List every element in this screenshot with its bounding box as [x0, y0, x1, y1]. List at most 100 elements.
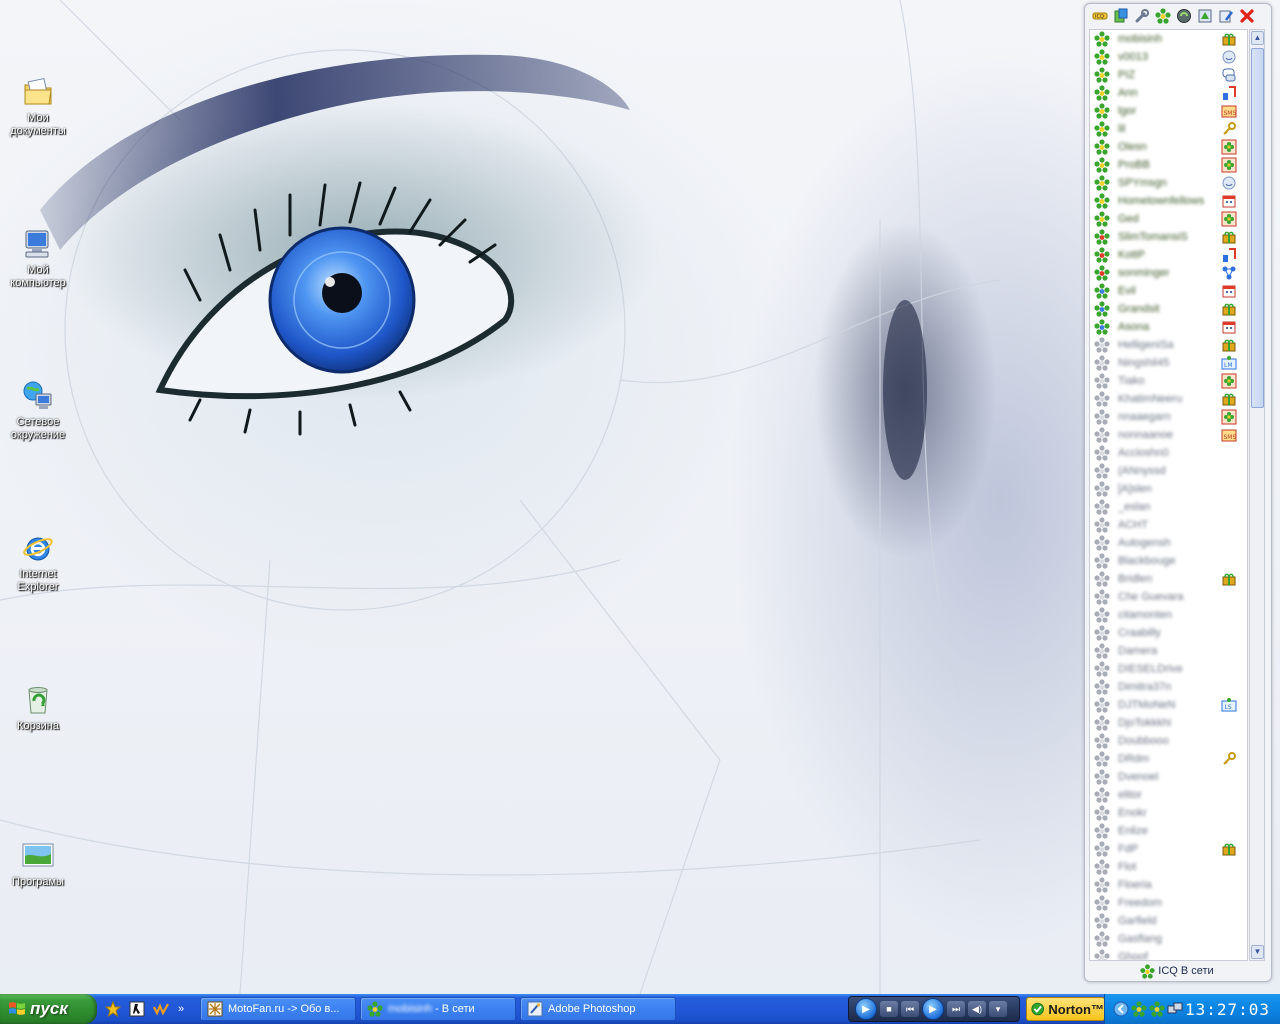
sound-icon[interactable]: [1174, 6, 1194, 26]
contact-row[interactable]: elitor: [1090, 786, 1247, 804]
icq-flower-icon[interactable]: [1153, 6, 1173, 26]
contact-row[interactable]: FdP: [1090, 840, 1247, 858]
contact-list-scrollbar[interactable]: ▲ ▼: [1249, 29, 1265, 961]
scroll-up-button[interactable]: ▲: [1251, 31, 1264, 45]
contact-row[interactable]: (ANnyssd: [1090, 462, 1247, 480]
contact-row[interactable]: Grandsit: [1090, 300, 1247, 318]
taskbar-button-photoshop[interactable]: Adobe Photoshop: [520, 997, 676, 1021]
contact-row[interactable]: Freedom: [1090, 894, 1247, 912]
contact-row[interactable]: Ghoof: [1090, 948, 1247, 960]
contact-name: Ged: [1118, 213, 1139, 225]
contact-row[interactable]: Floeria: [1090, 876, 1247, 894]
contact-row[interactable]: HelligeniSa: [1090, 336, 1247, 354]
contact-name: Garfield: [1118, 915, 1157, 927]
contact-row[interactable]: DRdm: [1090, 750, 1247, 768]
contact-name: nnaaegarn: [1118, 411, 1171, 423]
contact-row[interactable]: Doubbooo: [1090, 732, 1247, 750]
contact-row[interactable]: DjoTokkkhi: [1090, 714, 1247, 732]
contact-row[interactable]: lil: [1090, 120, 1247, 138]
contact-row[interactable]: Olesn: [1090, 138, 1247, 156]
contact-row[interactable]: Autogensh: [1090, 534, 1247, 552]
network-tray-icon[interactable]: [1167, 1001, 1183, 1017]
volume-icon[interactable]: ◀): [968, 1001, 986, 1017]
winamp-icon[interactable]: [152, 1000, 170, 1018]
icq-status-bar[interactable]: ICQ В сети: [1089, 962, 1265, 980]
close-icon[interactable]: [1237, 6, 1257, 26]
counter-strike-icon[interactable]: [128, 1000, 146, 1018]
previous-button[interactable]: ⏮: [901, 1001, 919, 1017]
desktop-icon-my-documents[interactable]: Мои документы: [2, 76, 74, 138]
contact-row[interactable]: lgor SMS: [1090, 102, 1247, 120]
desktop-icon-recycle-bin[interactable]: Корзина: [2, 684, 74, 733]
contact-row[interactable]: nnaaegarn: [1090, 408, 1247, 426]
contact-row[interactable]: DIESELDrive: [1090, 660, 1247, 678]
contact-row[interactable]: Ged: [1090, 210, 1247, 228]
play-pause-button[interactable]: ▶: [922, 998, 944, 1020]
contact-row[interactable]: KhatimNeeru: [1090, 390, 1247, 408]
desktop-icon-network-places[interactable]: Сетевое окружение: [2, 380, 74, 442]
icq-contact-list-window[interactable]: ICQ mobisinh v0013 PIZ Ann lgor SMS lil Olesn Pr…: [1084, 3, 1272, 982]
contact-row[interactable]: Evil: [1090, 282, 1247, 300]
icq-menu-icon[interactable]: ICQ: [1090, 6, 1110, 26]
contact-row[interactable]: [A]slen: [1090, 480, 1247, 498]
contact-row[interactable]: ACHT: [1090, 516, 1247, 534]
scroll-thumb[interactable]: [1251, 48, 1264, 408]
taskbar-button-motofan[interactable]: MotoFan.ru -> Обо в...: [200, 997, 356, 1021]
play-button[interactable]: ▶: [855, 998, 877, 1020]
contact-row[interactable]: Gasflang: [1090, 930, 1247, 948]
contact-row[interactable]: Bridlen: [1090, 570, 1247, 588]
contact-row[interactable]: Enlize: [1090, 822, 1247, 840]
contact-row[interactable]: Che Guevara: [1090, 588, 1247, 606]
contact-row[interactable]: Hometownfellows: [1090, 192, 1247, 210]
contact-row[interactable]: Damera: [1090, 642, 1247, 660]
contact-row[interactable]: Tiako: [1090, 372, 1247, 390]
contact-row[interactable]: mobisinh: [1090, 30, 1247, 48]
status-icon[interactable]: [1195, 6, 1215, 26]
contact-row[interactable]: Blackbouge: [1090, 552, 1247, 570]
stop-button[interactable]: ■: [880, 1001, 898, 1017]
icq-tray-icon[interactable]: [1131, 1001, 1147, 1017]
contact-row[interactable]: _eslan: [1090, 498, 1247, 516]
contact-row[interactable]: PIZ: [1090, 66, 1247, 84]
contact-row[interactable]: Dvenoel: [1090, 768, 1247, 786]
contact-row[interactable]: sonminger: [1090, 264, 1247, 282]
contact-row[interactable]: Flot: [1090, 858, 1247, 876]
clock[interactable]: 13:27:03: [1185, 1000, 1270, 1019]
contact-row[interactable]: Garfield: [1090, 912, 1247, 930]
media-menu-chevron-icon[interactable]: ▾: [989, 1001, 1007, 1017]
contact-row[interactable]: KottP: [1090, 246, 1247, 264]
desktop-icon-internet-explorer[interactable]: Internet Explorer: [2, 532, 74, 594]
favorites-star-icon[interactable]: [104, 1000, 122, 1018]
config-icon[interactable]: [1216, 6, 1236, 26]
taskbar-button-icq[interactable]: mobisinh - В сети: [360, 997, 516, 1021]
contact-row[interactable]: citamonten: [1090, 606, 1247, 624]
start-button[interactable]: пуск: [0, 994, 97, 1024]
contact-row[interactable]: SlimTomansiS: [1090, 228, 1247, 246]
contact-row[interactable]: nonnaanoe SMS: [1090, 426, 1247, 444]
contact-row[interactable]: Enokr: [1090, 804, 1247, 822]
scroll-down-button[interactable]: ▼: [1251, 945, 1264, 959]
windows-logo-icon: [9, 1002, 25, 1015]
users-icon[interactable]: [1111, 6, 1131, 26]
desktop-icon-programs[interactable]: Програмы: [2, 840, 74, 889]
network-places-icon: [22, 380, 54, 412]
tray-expand-icon[interactable]: [1113, 1001, 1129, 1017]
norton-antivirus-button[interactable]: Norton™: [1026, 997, 1105, 1021]
contact-row[interactable]: v0013: [1090, 48, 1247, 66]
quick-launch-more-chevron[interactable]: »: [178, 1003, 184, 1015]
contact-row[interactable]: Ningshil45 LM: [1090, 354, 1247, 372]
contact-row[interactable]: Accioshn0: [1090, 444, 1247, 462]
contact-list[interactable]: mobisinh v0013 PIZ Ann lgor SMS lil Olesn ProBB S…: [1089, 29, 1248, 961]
desktop-icon-my-computer[interactable]: Мой компьютер: [2, 228, 74, 290]
contact-row[interactable]: SPYmsgn: [1090, 174, 1247, 192]
settings-icon[interactable]: [1132, 6, 1152, 26]
contact-row[interactable]: Craabilly: [1090, 624, 1247, 642]
contact-row[interactable]: Ann: [1090, 84, 1247, 102]
next-button[interactable]: ⏭: [947, 1001, 965, 1017]
xstatus-gift-icon: [1221, 301, 1237, 317]
contact-row[interactable]: Asona: [1090, 318, 1247, 336]
icq-tray-icon[interactable]: [1149, 1001, 1165, 1017]
contact-row[interactable]: Dimitra37n: [1090, 678, 1247, 696]
contact-row[interactable]: ProBB: [1090, 156, 1247, 174]
contact-row[interactable]: DJTMoNeN LS: [1090, 696, 1247, 714]
